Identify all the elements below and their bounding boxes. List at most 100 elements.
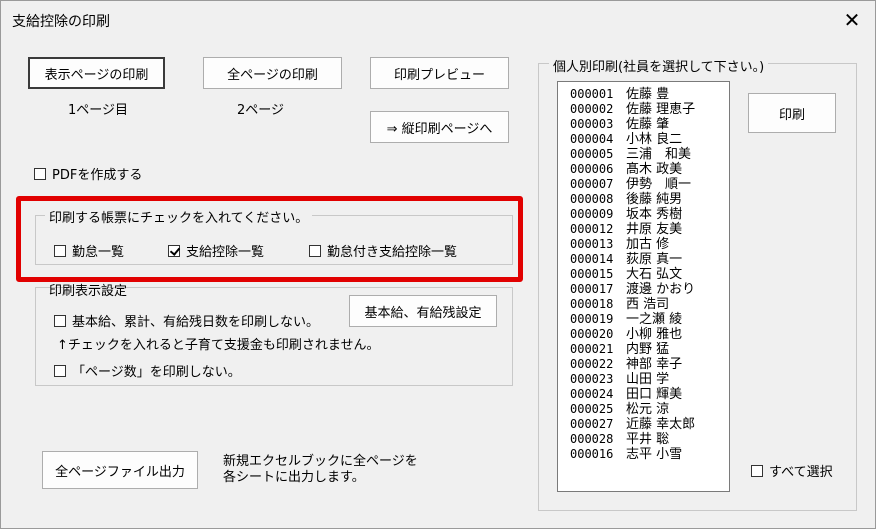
- employee-code: 000004: [570, 132, 614, 146]
- print-dialog: 支給控除の印刷 ✕ 表示ページの印刷 全ページの印刷 印刷プレビュー ⇒ 縦印刷…: [0, 0, 876, 529]
- list-item[interactable]: 000009 坂本 秀樹: [558, 207, 729, 222]
- employee-code: 000021: [570, 342, 614, 356]
- employee-code: 000014: [570, 252, 614, 266]
- display-settings-title: 印刷表示設定: [49, 284, 128, 299]
- list-item[interactable]: 000006 髙木 政美: [558, 162, 729, 177]
- employee-name: 大石 弘文: [626, 267, 683, 282]
- employee-name: 神部 幸子: [626, 357, 683, 372]
- export-all-pages-button[interactable]: 全ページファイル出力: [42, 451, 198, 489]
- employee-code: 000019: [570, 312, 614, 326]
- print-preview-button[interactable]: 印刷プレビュー: [370, 57, 509, 89]
- list-item[interactable]: 000018 西 浩司: [558, 297, 729, 312]
- employee-code: 000024: [570, 387, 614, 401]
- employee-name: 荻原 真一: [626, 252, 683, 267]
- list-item[interactable]: 000002 佐藤 理恵子: [558, 102, 729, 117]
- employee-name: 佐藤 理恵子: [626, 102, 696, 117]
- list-item[interactable]: 000005 三浦 和美: [558, 147, 729, 162]
- employee-name: 坂本 秀樹: [626, 207, 683, 222]
- select-all-box[interactable]: [751, 464, 763, 477]
- list-item[interactable]: 000015 大石 弘文: [558, 267, 729, 282]
- pdf-checkbox-label: PDFを作成する: [52, 168, 143, 183]
- hide-page-number-box[interactable]: [54, 364, 66, 377]
- total-pages-label: 2ページ: [237, 103, 285, 118]
- list-item[interactable]: 000025 松元 涼: [558, 402, 729, 417]
- list-item[interactable]: 000021 内野 猛: [558, 342, 729, 357]
- employee-code: 000008: [570, 192, 614, 206]
- pdf-checkbox[interactable]: PDFを作成する: [34, 164, 142, 183]
- list-item[interactable]: 000001 佐藤 豊: [558, 87, 729, 102]
- employee-code: 000007: [570, 177, 614, 191]
- list-item[interactable]: 000004 小林 良二: [558, 132, 729, 147]
- employee-name: 小柳 雅也: [626, 327, 683, 342]
- export-desc-line1: 新規エクセルブックに全ページを: [223, 454, 418, 469]
- employee-code: 000020: [570, 327, 614, 341]
- hide-page-number-label: 「ページ数」を印刷しない。: [72, 365, 241, 380]
- employee-code: 000009: [570, 207, 614, 221]
- employee-code: 000016: [570, 447, 614, 461]
- list-item[interactable]: 000007 伊勢 順一: [558, 177, 729, 192]
- employee-name: 渡邊 かおり: [626, 282, 696, 297]
- employee-name: 小林 良二: [626, 132, 683, 147]
- employee-code: 000006: [570, 162, 614, 176]
- list-item[interactable]: 000020 小柳 雅也: [558, 327, 729, 342]
- select-all-checkbox[interactable]: すべて選択: [751, 461, 833, 480]
- employee-group-title: 個人別印刷(社員を選択して下さい。): [549, 56, 769, 75]
- print-displayed-page-button[interactable]: 表示ページの印刷: [28, 57, 165, 89]
- list-item[interactable]: 000012 井原 友美: [558, 222, 729, 237]
- employee-code: 000013: [570, 237, 614, 251]
- employee-code: 000015: [570, 267, 614, 281]
- red-highlight-frame: [16, 196, 523, 282]
- employee-name: 一之瀬 綾: [626, 312, 683, 327]
- employee-code: 000025: [570, 402, 614, 416]
- list-item[interactable]: 000016 志平 小雪: [558, 447, 729, 462]
- print-button[interactable]: 印刷: [748, 93, 836, 133]
- list-item[interactable]: 000024 田口 輝美: [558, 387, 729, 402]
- employee-name: 松元 涼: [626, 402, 670, 417]
- employee-name: 井原 友美: [626, 222, 683, 237]
- hide-salary-box[interactable]: [54, 314, 66, 327]
- employee-name: 髙木 政美: [626, 162, 683, 177]
- displayed-page-label: 1ページ目: [68, 103, 129, 118]
- employee-listbox[interactable]: 000001 佐藤 豊 000002 佐藤 理恵子 000003 佐藤 肇 000004 小林…: [557, 81, 730, 492]
- employee-name: 内野 猛: [626, 342, 670, 357]
- pdf-checkbox-box[interactable]: [34, 167, 46, 180]
- employee-code: 000001: [570, 87, 614, 101]
- employee-name: 伊勢 順一: [626, 177, 692, 192]
- employee-name: 志平 小雪: [626, 447, 683, 462]
- list-item[interactable]: 000013 加古 修: [558, 237, 729, 252]
- employee-name: 平井 聡: [626, 432, 670, 447]
- vertical-print-page-button[interactable]: ⇒ 縦印刷ページへ: [370, 111, 509, 143]
- employee-name: 田口 輝美: [626, 387, 683, 402]
- employee-code: 000028: [570, 432, 614, 446]
- close-icon[interactable]: ✕: [839, 7, 865, 33]
- employee-code: 000003: [570, 117, 614, 131]
- dialog-title: 支給控除の印刷: [12, 14, 110, 30]
- employee-name: 佐藤 豊: [626, 87, 670, 102]
- employee-code: 000018: [570, 297, 614, 311]
- list-item[interactable]: 000003 佐藤 肇: [558, 117, 729, 132]
- select-all-label: すべて選択: [769, 465, 833, 480]
- list-item[interactable]: 000008 後藤 純男: [558, 192, 729, 207]
- employee-name: 山田 学: [626, 372, 670, 387]
- list-item[interactable]: 000019 一之瀬 綾: [558, 312, 729, 327]
- list-item[interactable]: 000027 近藤 幸太郎: [558, 417, 729, 432]
- employee-code: 000027: [570, 417, 614, 431]
- basic-salary-settings-button[interactable]: 基本給、有給残設定: [349, 295, 497, 327]
- employee-name: 佐藤 肇: [626, 117, 670, 132]
- list-item[interactable]: 000017 渡邊 かおり: [558, 282, 729, 297]
- title-bar: 支給控除の印刷 ✕: [1, 1, 875, 39]
- employee-code: 000023: [570, 372, 614, 386]
- export-description: 新規エクセルブックに全ページを 各シートに出力します。: [223, 454, 418, 486]
- hide-salary-label: 基本給、累計、有給残日数を印刷しない。: [72, 315, 320, 330]
- list-item[interactable]: 000014 荻原 真一: [558, 252, 729, 267]
- hide-page-number-checkbox[interactable]: 「ページ数」を印刷しない。: [54, 361, 241, 380]
- print-all-pages-button[interactable]: 全ページの印刷: [203, 57, 342, 89]
- list-item[interactable]: 000023 山田 学: [558, 372, 729, 387]
- export-desc-line2: 各シートに出力します。: [223, 470, 365, 485]
- employee-code: 000017: [570, 282, 614, 296]
- employee-name: 近藤 幸太郎: [626, 417, 696, 432]
- hide-salary-checkbox[interactable]: 基本給、累計、有給残日数を印刷しない。: [54, 311, 319, 330]
- employee-code: 000022: [570, 357, 614, 371]
- list-item[interactable]: 000022 神部 幸子: [558, 357, 729, 372]
- list-item[interactable]: 000028 平井 聡: [558, 432, 729, 447]
